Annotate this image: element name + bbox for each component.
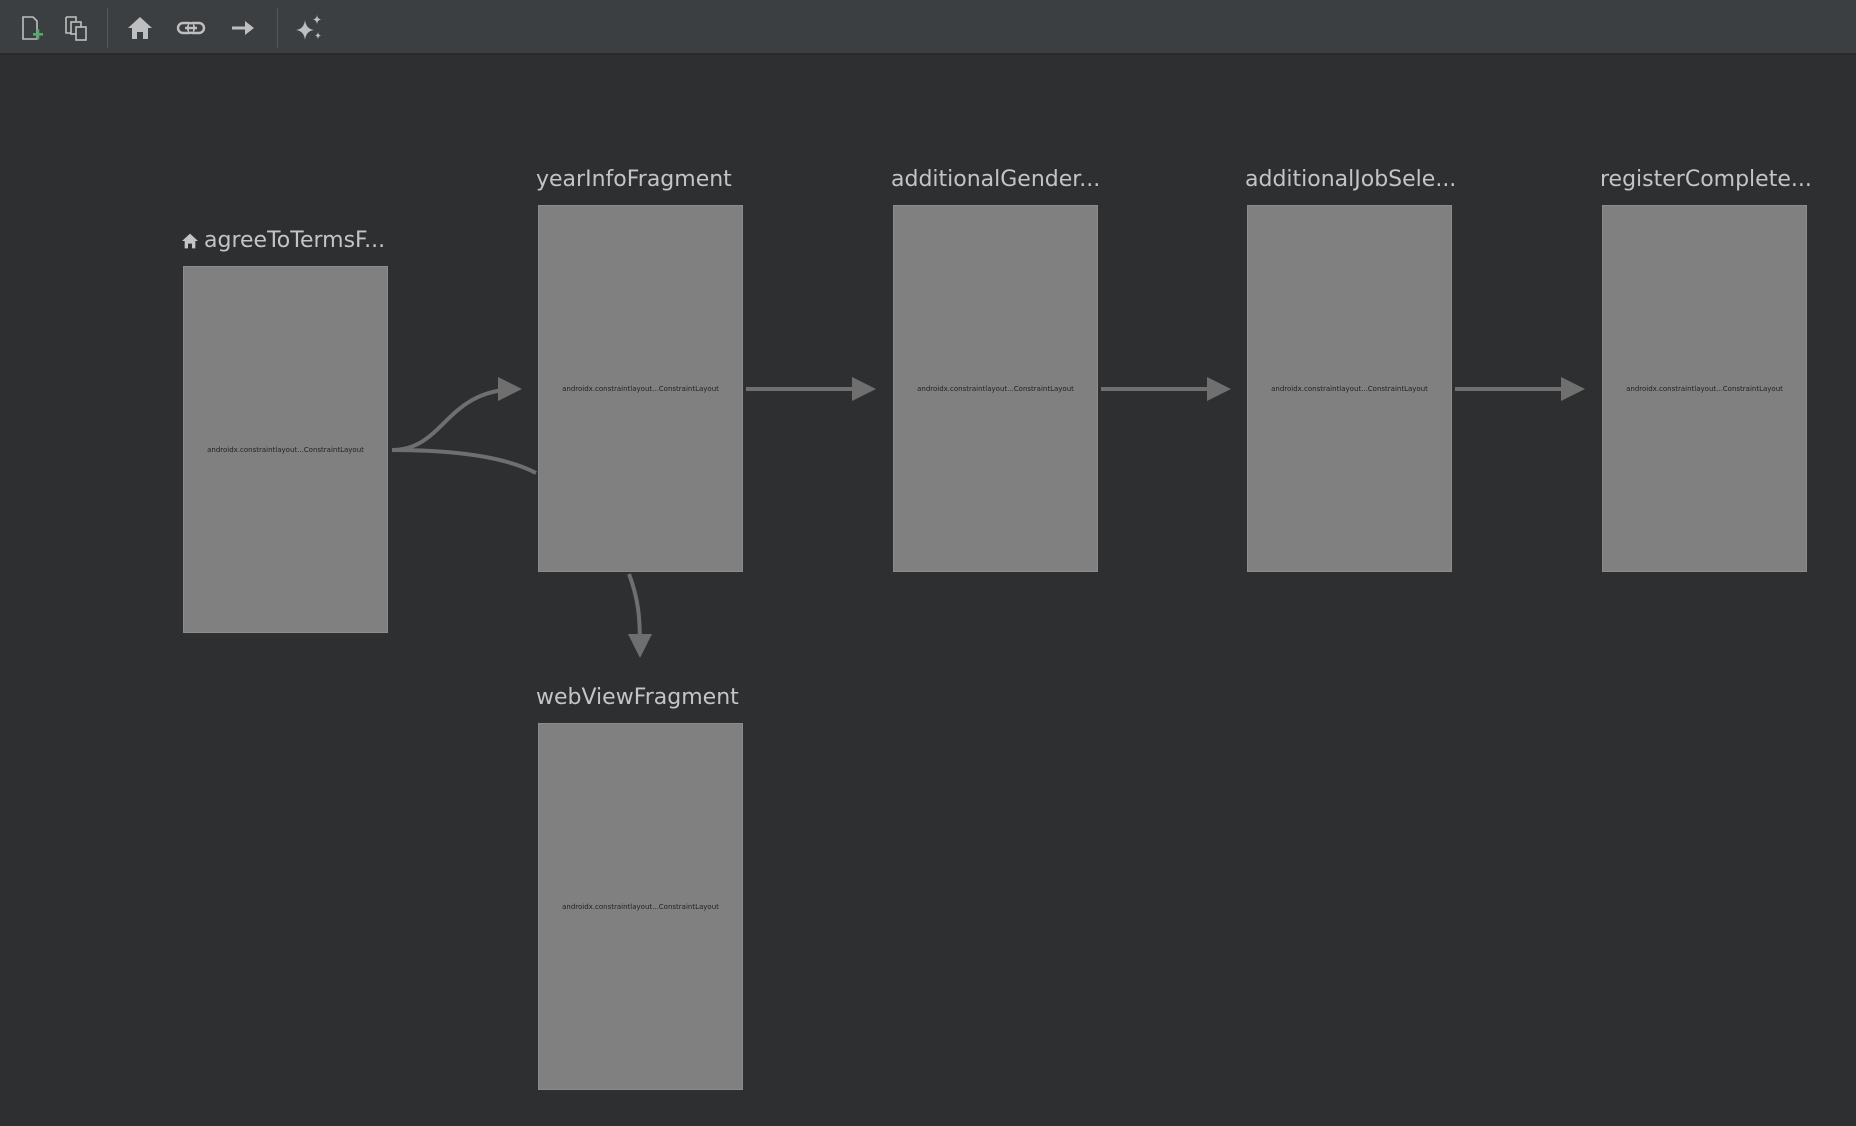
layout-name: androidx.constraintlayout...ConstraintLa… [562, 902, 719, 911]
new-destination-icon [22, 16, 43, 40]
destination-additional-job[interactable]: androidx.constraintlayout...ConstraintLa… [1247, 205, 1452, 572]
layout-name: androidx.constraintlayout...ConstraintLa… [1271, 384, 1428, 393]
toolbar-separator [277, 8, 278, 48]
destination-register-complete[interactable]: androidx.constraintlayout...ConstraintLa… [1602, 205, 1807, 572]
destination-agree-to-terms[interactable]: androidx.constraintlayout...ConstraintLa… [183, 266, 388, 633]
destination-label: registerComplete... [1600, 167, 1812, 192]
destination-web-view[interactable]: androidx.constraintlayout...ConstraintLa… [538, 723, 743, 1090]
duplicate-icon [65, 16, 87, 41]
action-year-to-webview[interactable] [627, 573, 652, 658]
navigation-graph-canvas[interactable]: agreeToTermsF... androidx.constraintlayo… [0, 57, 1856, 1126]
destination-year-info[interactable]: androidx.constraintlayout...ConstraintLa… [538, 205, 743, 572]
sparkle-icon [296, 15, 321, 40]
layout-name: androidx.constraintlayout...ConstraintLa… [562, 384, 719, 393]
destination-title-agree[interactable]: agreeToTermsF... [180, 228, 385, 254]
arrow-right-icon [232, 21, 254, 35]
layout-name: androidx.constraintlayout...ConstraintLa… [917, 384, 1074, 393]
destination-label: additionalJobSele... [1245, 167, 1457, 192]
destination-label: agreeToTermsF... [204, 228, 386, 253]
layout-name: androidx.constraintlayout...ConstraintLa… [1626, 384, 1783, 393]
home-icon [182, 233, 198, 249]
auto-arrange-button[interactable] [289, 8, 329, 48]
add-action-button[interactable] [223, 8, 263, 48]
destination-label: yearInfoFragment [536, 167, 732, 192]
destination-label: webViewFragment [536, 685, 739, 710]
destination-title-register[interactable]: registerComplete... [1600, 167, 1812, 193]
destination-title-job[interactable]: additionalJobSele... [1245, 167, 1456, 193]
toolbar-separator [107, 8, 108, 48]
toolbar [0, 0, 1856, 55]
action-agree-to-year[interactable] [391, 377, 522, 452]
deep-link-button[interactable] [171, 8, 211, 48]
duplicate-destination-button[interactable] [56, 8, 96, 48]
assign-start-button[interactable] [120, 8, 160, 48]
destination-title-year[interactable]: yearInfoFragment [536, 167, 732, 193]
new-destination-button[interactable] [11, 8, 51, 48]
home-icon [128, 17, 152, 39]
destination-label: additionalGender... [891, 167, 1101, 192]
destination-additional-gender[interactable]: androidx.constraintlayout...ConstraintLa… [893, 205, 1098, 572]
destination-title-webview[interactable]: webViewFragment [536, 685, 739, 711]
action-agree-to-year-alt[interactable] [391, 448, 537, 475]
link-icon [176, 21, 206, 35]
layout-name: androidx.constraintlayout...ConstraintLa… [207, 445, 364, 454]
destination-title-gender[interactable]: additionalGender... [891, 167, 1100, 193]
